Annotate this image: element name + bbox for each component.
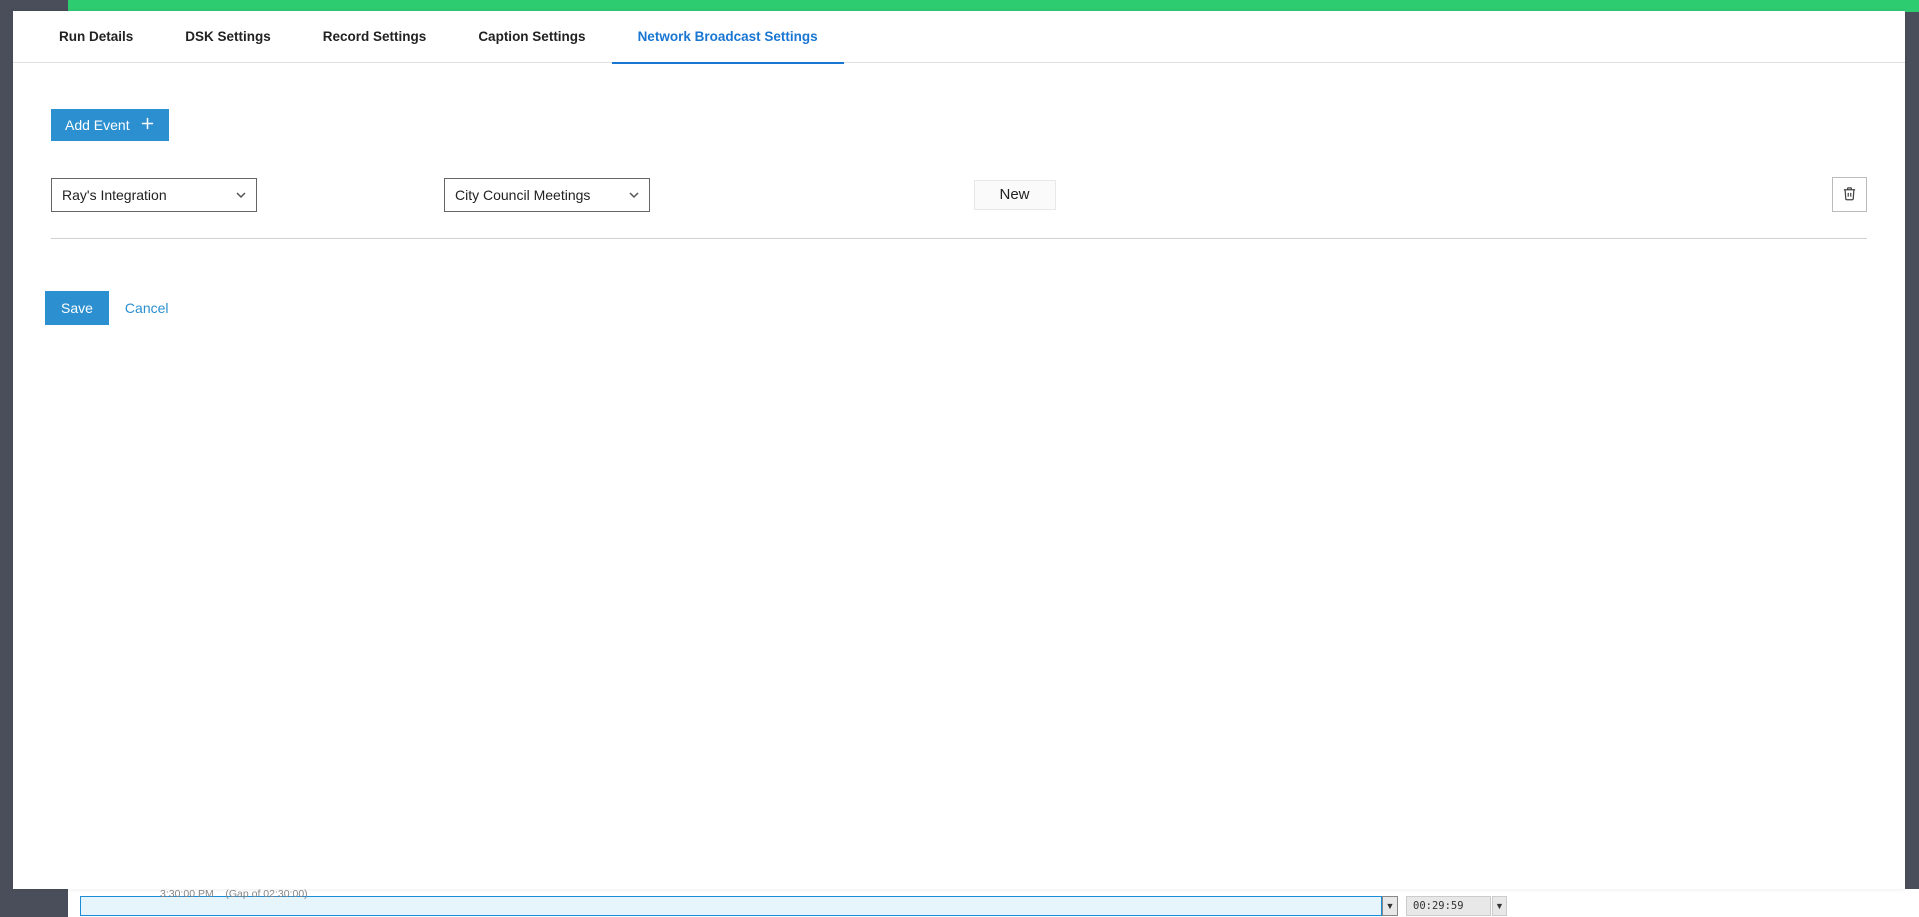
- cancel-label: Cancel: [125, 300, 169, 316]
- timeline-time: 3:30:00 PM: [160, 888, 214, 900]
- tab-record-settings[interactable]: Record Settings: [297, 11, 453, 63]
- tab-label: Record Settings: [323, 29, 427, 44]
- category-value: City Council Meetings: [455, 187, 590, 203]
- timeline-time-text: 3:30:00 PM (Gap of 02:30:00): [160, 888, 308, 900]
- timeline-gap: (Gap of 02:30:00): [225, 888, 307, 900]
- trash-icon: [1842, 185, 1857, 205]
- integration-value: Ray's Integration: [62, 187, 167, 203]
- tab-run-details[interactable]: Run Details: [33, 11, 159, 63]
- tab-bar: Run Details DSK Settings Record Settings…: [13, 11, 1905, 63]
- chevron-down-icon: [629, 187, 639, 203]
- add-event-button[interactable]: Add Event: [51, 109, 169, 141]
- plus-icon: [140, 116, 155, 134]
- tab-label: DSK Settings: [185, 29, 271, 44]
- chevron-down-icon: [236, 187, 246, 203]
- event-row: Ray's Integration City Council Meetings …: [51, 177, 1867, 239]
- save-label: Save: [61, 300, 93, 316]
- add-event-label: Add Event: [65, 117, 130, 133]
- delete-button[interactable]: [1832, 177, 1867, 212]
- timeline-duration: 00:29:59: [1406, 896, 1491, 916]
- cancel-link[interactable]: Cancel: [125, 300, 169, 316]
- background-timeline: 3:30:00 PM (Gap of 02:30:00) ▼ 00:29:59 …: [68, 889, 1919, 917]
- tab-dsk-settings[interactable]: DSK Settings: [159, 11, 297, 63]
- timeline-mini-dropdown[interactable]: ▼: [1382, 896, 1398, 916]
- new-button[interactable]: New: [974, 180, 1056, 210]
- integration-dropdown[interactable]: Ray's Integration: [51, 178, 257, 212]
- new-label: New: [999, 186, 1029, 203]
- category-dropdown[interactable]: City Council Meetings: [444, 178, 650, 212]
- timeline-mini-dropdown-2[interactable]: ▼: [1492, 896, 1507, 916]
- tab-caption-settings[interactable]: Caption Settings: [452, 11, 611, 63]
- panel-body: Add Event Ray's Integration City Council: [13, 63, 1905, 325]
- form-actions: Save Cancel: [45, 291, 1867, 325]
- tab-label: Run Details: [59, 29, 133, 44]
- save-button[interactable]: Save: [45, 291, 109, 325]
- tab-label: Network Broadcast Settings: [638, 29, 818, 44]
- tab-network-broadcast-settings[interactable]: Network Broadcast Settings: [612, 11, 844, 63]
- settings-panel: Run Details DSK Settings Record Settings…: [13, 11, 1905, 889]
- tab-label: Caption Settings: [478, 29, 585, 44]
